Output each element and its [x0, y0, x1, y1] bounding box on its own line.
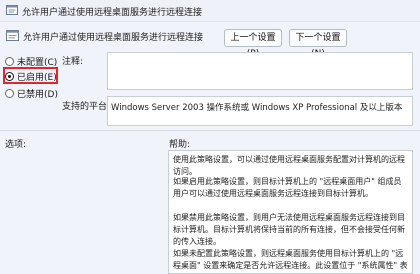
window-title: 允许用户通过使用远程桌面服务进行远程连接: [22, 8, 203, 18]
policy-name: 允许用户通过使用远程桌面服务进行远程连接: [23, 33, 204, 43]
policy-settings-icon: [6, 5, 18, 15]
highlight-annotation: [3, 67, 58, 84]
previous-setting-button[interactable]: 上一个设置(P): [224, 29, 282, 59]
radio-label: 未配置(C): [17, 57, 58, 68]
policy-settings-icon: [6, 30, 19, 41]
radio-not-configured[interactable]: 未配置(C): [5, 54, 57, 68]
help-paragraph: 如果未配置此策略设置，则远程桌面服务使用目标计算机上的 "远程桌面" 设置来确定…: [173, 249, 408, 270]
radio-disabled[interactable]: 已禁用(D): [5, 86, 58, 100]
supported-on-label: 支持的平台:: [62, 102, 111, 112]
supported-platforms-text: Windows Server 2003 操作系统或 Windows XP Pro…: [111, 103, 403, 113]
supported-platforms-field: Windows Server 2003 操作系统或 Windows XP Pro…: [107, 96, 413, 126]
comment-field[interactable]: [107, 52, 413, 90]
help-paragraph: 如果禁用此策略设置，则用户无法使用远程桌面服务远程连接到目标计算机。目标计算机将…: [173, 213, 405, 246]
options-label: 选项:: [5, 140, 27, 150]
help-label: 帮助:: [169, 140, 191, 150]
help-paragraph: 如果启用此策略设置，则目标计算机上的 "远程桌面用户" 组成员用户可以通过使用远…: [173, 177, 402, 198]
radio-button[interactable]: [5, 88, 14, 98]
title-bar: 允许用户通过使用远程桌面服务进行远程连接: [0, 0, 420, 22]
help-paragraph: 使用此策略设置，可以通过使用远程桌面服务配置对计算机的远程访问。: [173, 155, 405, 176]
policy-dialog: 允许用户通过使用远程桌面服务进行远程连接 允许用户通过使用远程桌面服务进行远程连…: [0, 0, 420, 274]
divider: [0, 130, 420, 131]
next-setting-button[interactable]: 下一个设置(N): [289, 29, 347, 59]
help-text-panel[interactable]: 使用此策略设置，可以通过使用远程桌面服务配置对计算机的远程访问。 如果启用此策略…: [168, 150, 413, 274]
radio-label: 已禁用(D): [17, 89, 58, 100]
radio-button[interactable]: [5, 56, 14, 66]
comment-label: 注释:: [62, 57, 84, 67]
